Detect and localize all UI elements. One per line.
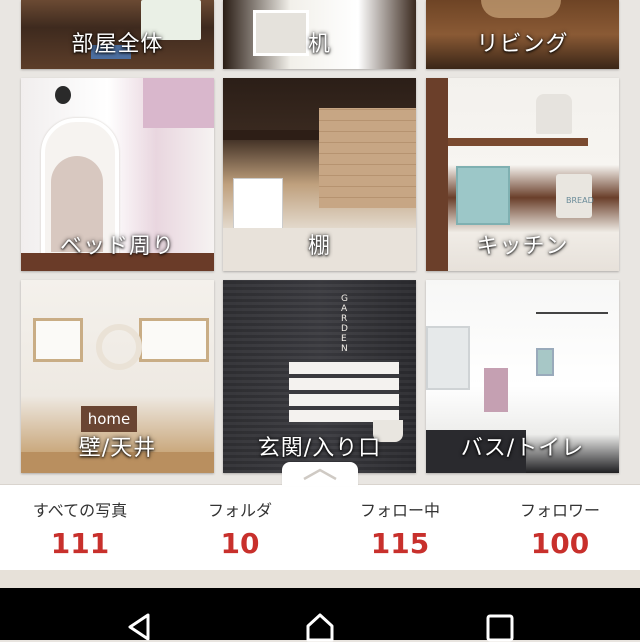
chevron-up-icon [303, 468, 337, 481]
android-nav-bar [0, 588, 640, 642]
category-tile-living[interactable]: リビング [426, 0, 619, 69]
category-tile-wall[interactable]: home 壁/天井 [21, 280, 214, 473]
stat-followers[interactable]: フォロワー 100 [480, 485, 640, 571]
category-label: 壁/天井 [78, 436, 157, 461]
profile-stats-bar: すべての写真 111 フォルダ 10 フォロー中 115 フォロワー 100 [0, 484, 640, 571]
stat-value: 100 [530, 527, 590, 560]
bread-box-text: BREAD [566, 196, 594, 205]
collapse-handle[interactable] [282, 462, 358, 486]
stat-label: フォロワー [519, 501, 600, 520]
category-label: 部屋全体 [71, 32, 164, 57]
category-tile-room[interactable]: 部屋全体 [21, 0, 214, 69]
category-tile-bathroom[interactable]: バス/トイレ [426, 280, 619, 473]
stat-following[interactable]: フォロー中 115 [320, 485, 480, 571]
category-tile-entrance[interactable]: GARDEN 玄関/入り口 [223, 280, 416, 473]
category-label: 棚 [307, 234, 331, 259]
category-tile-kitchen[interactable]: BREAD キッチン [426, 78, 619, 271]
stat-folders[interactable]: フォルダ 10 [160, 485, 320, 571]
category-label: ベッド周り [59, 234, 175, 259]
category-label: 玄関/入り口 [257, 436, 382, 461]
stat-value: 111 [50, 527, 110, 560]
category-label: バス/トイレ [460, 436, 585, 461]
home-button[interactable] [280, 588, 360, 642]
stat-value: 10 [220, 527, 260, 560]
stat-label: フォロー中 [359, 501, 440, 520]
category-label: キッチン [476, 234, 569, 259]
bottom-divider [0, 570, 640, 588]
stat-value: 115 [370, 527, 430, 560]
garland-text: GARDEN [341, 294, 348, 354]
stat-label: フォルダ [207, 501, 272, 520]
home-sign-text: home [81, 406, 137, 432]
home-icon [306, 613, 334, 642]
category-tile-desk[interactable]: 机 [223, 0, 416, 69]
category-label: リビング [476, 32, 569, 57]
recent-apps-icon [486, 614, 514, 642]
back-button[interactable] [100, 588, 180, 641]
back-triangle-icon [128, 613, 150, 641]
category-label: 机 [307, 32, 331, 57]
category-tile-shelf[interactable]: 棚 [223, 78, 416, 271]
stat-all-photos[interactable]: すべての写真 111 [0, 485, 160, 571]
category-grid: 部屋全体 机 リビング ベッド周り 棚 BREAD キッチン home 壁/天井… [0, 0, 640, 484]
category-tile-bedroom[interactable]: ベッド周り [21, 78, 214, 271]
recent-apps-button[interactable] [460, 588, 540, 642]
stat-label: すべての写真 [32, 501, 128, 520]
